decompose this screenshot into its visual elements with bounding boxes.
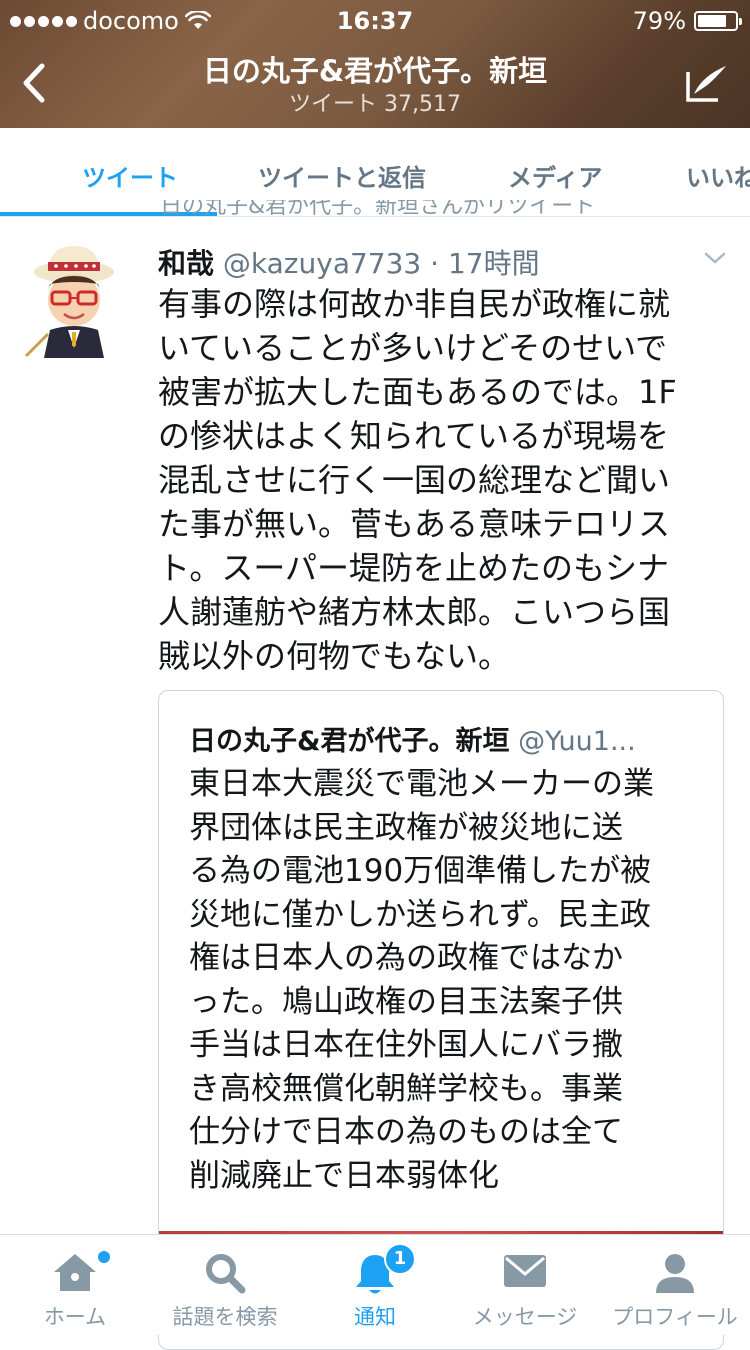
nav-home[interactable]: ホーム: [0, 1235, 150, 1335]
tweet-line: ト。スーパー堤防を止めたのもシナ: [158, 549, 670, 587]
retweet-note-text: 日の丸子&君が代子。新垣さんがリツイート: [160, 200, 596, 216]
nav-profile-label: プロフィール: [612, 1305, 738, 1329]
quoted-author-handle: @Yuu1...: [518, 726, 636, 757]
quoted-tweet-text: 東日本大震災で電池メーカーの業 界団体は民主政権が被災地に送 る為の電池190万…: [189, 763, 709, 1198]
quoted-line: った。鳩山政権の目玉法案子供: [189, 983, 623, 1020]
profile-icon: [656, 1254, 694, 1293]
quoted-line: 仕分けで日本の為のものは全て: [189, 1114, 623, 1150]
nav-home-dot: [96, 1249, 112, 1265]
retweet-note: 日の丸子&君が代子。新垣さんがリツイート: [160, 200, 720, 216]
quoted-line: 手当は日本在住外国人にバラ撒: [189, 1027, 623, 1063]
tab-media[interactable]: メディア: [508, 158, 602, 193]
tweet-line: 混乱させに行く一国の総理など聞い: [158, 461, 671, 499]
tab-likes[interactable]: いいね: [686, 158, 750, 193]
battery-percent: 79%: [632, 7, 686, 35]
nav-search-label: 話題を検索: [172, 1305, 278, 1329]
quoted-line: 界団体は民主政権が被災地に送: [189, 809, 623, 846]
tweet-line: いていることが多いけどそのせいで: [158, 329, 668, 367]
tweet-count: ツイート 37,517: [289, 92, 461, 117]
tweet-header: 和哉 @kazuya7733 · 17時間: [158, 242, 540, 282]
chevron-down-icon[interactable]: [702, 248, 728, 268]
quoted-line: 東日本大震災で電池メーカーの業: [189, 766, 654, 802]
tab-tweets[interactable]: ツイート: [82, 158, 178, 193]
tweet-line: 有事の際は何故か非自民が政権に就: [158, 285, 671, 323]
nav-home-label: ホーム: [43, 1305, 107, 1329]
nav-messages-label: メッセージ: [472, 1305, 578, 1329]
quoted-line: 削減廃止で日本弱体化: [189, 1157, 499, 1194]
tweet-time: 17時間: [447, 247, 540, 280]
battery-icon: [694, 11, 742, 31]
nav-search[interactable]: 話題を検索: [150, 1235, 300, 1335]
tweet-author-name[interactable]: 和哉: [158, 247, 214, 280]
tweet-time-separator: ·: [421, 247, 448, 280]
nav-messages[interactable]: メッセージ: [450, 1235, 600, 1335]
avatar[interactable]: [24, 238, 114, 358]
battery-fill: [698, 15, 727, 27]
tweet-line: た事が無い。菅もある意味テロリス: [158, 505, 671, 543]
quoted-line: 権は日本人の為の政権ではなか: [189, 940, 623, 976]
tab-tweets-and-replies[interactable]: ツイートと返信: [258, 158, 426, 193]
quoted-tweet-header: 日の丸子&君が代子。新垣 @Yuu1...: [189, 719, 689, 758]
page-title: 日の丸子&君が代子。新垣: [202, 54, 548, 88]
tweet-line: 人謝蓮舫や緒方林太郎。こいつら国: [158, 593, 671, 631]
compose-tweet-icon[interactable]: [684, 62, 730, 104]
quoted-line: き高校無償化朝鮮学校も。事業: [189, 1070, 623, 1107]
profile-header: docomo 16:37 79% 日の丸子&君が代子。新垣 ツイート 37,51…: [0, 0, 750, 128]
quoted-line: 災地に僅かしか送られず。民主政: [189, 896, 651, 933]
tweet-author-handle[interactable]: @kazuya7733: [223, 247, 421, 280]
battery-group: 79%: [632, 7, 742, 35]
notification-badge: 1: [384, 1243, 416, 1275]
tweet-line: 賊以外の何物でもない。: [158, 637, 511, 675]
nav-notifications-label: 通知: [354, 1305, 396, 1329]
tweet-text: 有事の際は何故か非自民が政権に就 いていることが多いけどそのせいで 被害が拡大し…: [158, 282, 718, 678]
tweet-line: の惨状はよく知られているが現場を: [158, 417, 670, 455]
envelope-icon: [504, 1255, 546, 1287]
search-icon: [206, 1254, 246, 1294]
quoted-line: る為の電池190万個準備したが被: [189, 853, 652, 889]
nav-profile[interactable]: プロフィール: [600, 1235, 750, 1335]
home-icon: [54, 1254, 96, 1291]
status-bar: docomo 16:37 79%: [0, 0, 750, 40]
nav-notifications[interactable]: 1 通知: [300, 1235, 450, 1335]
quoted-author-name: 日の丸子&君が代子。新垣: [189, 726, 510, 757]
tweet-line: 被害が拡大した面もあるのでは。1F: [158, 373, 677, 411]
bottom-nav: ホーム 話題を検索 1 通知 メッセージ プロフィール: [0, 1234, 750, 1335]
